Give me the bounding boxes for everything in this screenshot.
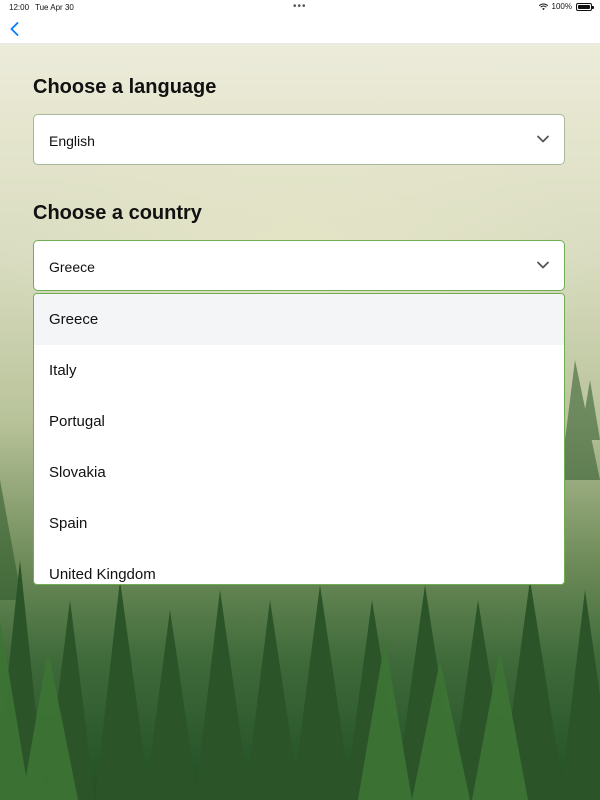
battery-percent: 100% — [551, 2, 572, 11]
country-title: Choose a country — [33, 202, 202, 224]
dropdown-option-spain[interactable]: Spain — [34, 498, 564, 549]
status-time: 12:00 — [9, 3, 30, 12]
dropdown-option-italy[interactable]: Italy — [34, 345, 564, 396]
multitasking-dots[interactable]: ••• — [293, 1, 307, 12]
language-title: Choose a language — [33, 76, 217, 98]
chevron-down-icon — [537, 261, 549, 269]
chevron-down-icon — [537, 135, 549, 143]
status-indicators: 100% — [538, 2, 594, 11]
country-select-value: Greece — [49, 259, 95, 275]
dropdown-option-portugal[interactable]: Portugal — [34, 396, 564, 447]
dropdown-option-slovakia[interactable]: Slovakia — [34, 447, 564, 498]
language-select-value: English — [49, 133, 95, 149]
back-button[interactable] — [6, 20, 22, 38]
dropdown-option-greece[interactable]: Greece — [34, 294, 564, 345]
navigation-bar — [0, 14, 600, 44]
status-date: Tue Apr 30 — [35, 3, 74, 12]
chevron-left-icon — [10, 22, 18, 36]
country-dropdown-list: Greece Italy Portugal Slovakia Spain Uni… — [33, 293, 565, 585]
status-bar: 12:00 Tue Apr 30 ••• 100% — [0, 0, 600, 14]
country-select[interactable]: Greece — [33, 240, 565, 291]
language-select[interactable]: English — [33, 114, 565, 165]
battery-icon — [576, 2, 594, 11]
dropdown-option-united-kingdom[interactable]: United Kingdom — [34, 549, 564, 584]
wifi-icon — [538, 3, 548, 10]
